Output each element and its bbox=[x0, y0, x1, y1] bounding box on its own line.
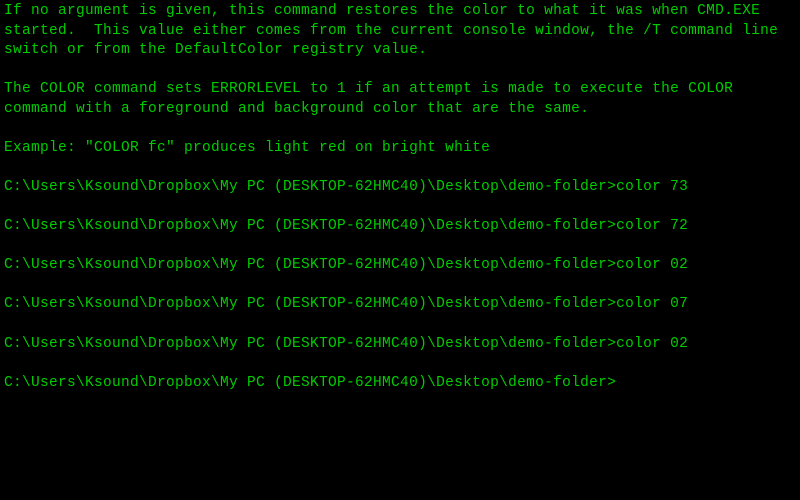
history-line: C:\Users\Ksound\Dropbox\My PC (DESKTOP-6… bbox=[4, 256, 796, 276]
blank-line bbox=[4, 61, 796, 81]
prompt: C:\Users\Ksound\Dropbox\My PC (DESKTOP-6… bbox=[4, 257, 616, 273]
help-paragraph-2: The COLOR command sets ERRORLEVEL to 1 i… bbox=[4, 80, 796, 119]
command-text: color 02 bbox=[616, 257, 688, 273]
prompt: C:\Users\Ksound\Dropbox\My PC (DESKTOP-6… bbox=[4, 179, 616, 195]
command-text: color 72 bbox=[616, 218, 688, 234]
prompt: C:\Users\Ksound\Dropbox\My PC (DESKTOP-6… bbox=[4, 218, 616, 234]
command-text: color 02 bbox=[616, 336, 688, 352]
history-line: C:\Users\Ksound\Dropbox\My PC (DESKTOP-6… bbox=[4, 335, 796, 355]
help-example: Example: "COLOR fc" produces light red o… bbox=[4, 139, 796, 159]
command-text: color 07 bbox=[616, 296, 688, 312]
prompt: C:\Users\Ksound\Dropbox\My PC (DESKTOP-6… bbox=[4, 375, 616, 391]
history-line: C:\Users\Ksound\Dropbox\My PC (DESKTOP-6… bbox=[4, 217, 796, 237]
history-line: C:\Users\Ksound\Dropbox\My PC (DESKTOP-6… bbox=[4, 178, 796, 198]
blank-line bbox=[4, 119, 796, 139]
history-line: C:\Users\Ksound\Dropbox\My PC (DESKTOP-6… bbox=[4, 295, 796, 315]
current-prompt-line[interactable]: C:\Users\Ksound\Dropbox\My PC (DESKTOP-6… bbox=[4, 374, 796, 394]
prompt: C:\Users\Ksound\Dropbox\My PC (DESKTOP-6… bbox=[4, 336, 616, 352]
prompt: C:\Users\Ksound\Dropbox\My PC (DESKTOP-6… bbox=[4, 296, 616, 312]
command-text: color 73 bbox=[616, 179, 688, 195]
help-paragraph-1: If no argument is given, this command re… bbox=[4, 2, 796, 61]
